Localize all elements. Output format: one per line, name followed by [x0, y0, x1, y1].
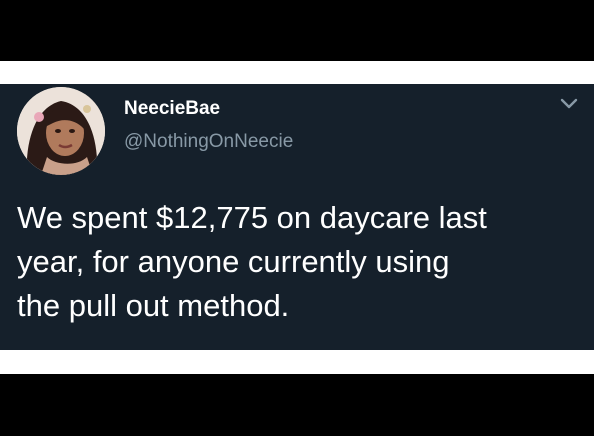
tweet-card: NeecieBae @NothingOnNeecie We spent $12,…: [0, 84, 594, 350]
bottom-white-band: [0, 350, 594, 374]
avatar-photo-icon: [17, 87, 105, 175]
avatar[interactable]: [17, 87, 105, 175]
user-handle[interactable]: @NothingOnNeecie: [124, 131, 293, 153]
top-white-band: [0, 61, 594, 84]
tweet-text: We spent $12,775 on daycare last year, f…: [17, 200, 487, 323]
chevron-down-icon[interactable]: [559, 97, 579, 111]
display-name[interactable]: NeecieBae: [124, 98, 220, 120]
screenshot-frame: NeecieBae @NothingOnNeecie We spent $12,…: [0, 0, 594, 436]
